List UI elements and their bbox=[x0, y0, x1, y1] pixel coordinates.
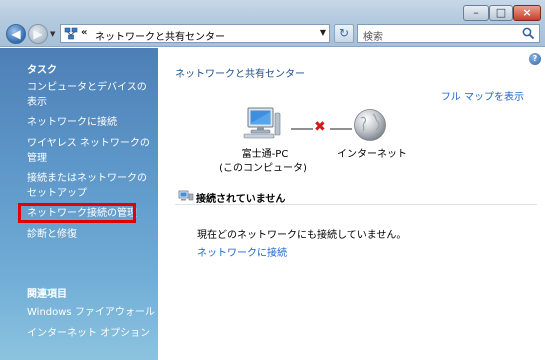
computer-sublabel: (このコンピュータ) bbox=[219, 163, 307, 174]
recent-pages-dropdown-icon[interactable]: ▼ bbox=[50, 30, 58, 40]
search-input[interactable]: 検索 bbox=[363, 28, 383, 43]
computer-name-label: 富士通-PC bbox=[241, 149, 289, 160]
status-heading: 接続されていません bbox=[196, 194, 286, 205]
refresh-button[interactable]: ↻ bbox=[334, 24, 354, 43]
page-title: ネットワークと共有センター bbox=[175, 69, 305, 80]
address-dropdown-icon[interactable]: ▼ bbox=[320, 28, 326, 37]
window-chrome: – □ × ◀ ▶ ▼ « ネットワークと共有センター ▼ ↻ 検索 bbox=[0, 0, 545, 47]
maximize-button[interactable]: □ bbox=[489, 5, 513, 21]
connection-line-left bbox=[291, 128, 313, 130]
forward-button[interactable]: ▶ bbox=[28, 24, 48, 44]
disconnected-x-icon[interactable]: ✖ bbox=[314, 119, 326, 135]
section-divider bbox=[175, 204, 537, 205]
breadcrumb-current[interactable]: ネットワークと共有センター bbox=[95, 28, 225, 43]
internet-globe-icon[interactable] bbox=[353, 108, 387, 142]
internet-label: インターネット bbox=[337, 149, 407, 160]
close-button[interactable]: × bbox=[513, 5, 541, 21]
search-icon[interactable] bbox=[522, 27, 535, 40]
related-heading: 関連項目 bbox=[27, 289, 67, 300]
task-manage-wireless[interactable]: ワイヤレス ネットワークの管理 bbox=[27, 136, 155, 166]
highlight-box bbox=[18, 203, 136, 223]
help-icon[interactable]: ? bbox=[529, 53, 541, 65]
main-content: ? ネットワークと共有センター フル マップを表示 ✖ 富士通-PC (このコン… bbox=[158, 48, 545, 360]
search-box[interactable]: 検索 bbox=[357, 24, 540, 43]
view-full-map-link[interactable]: フル マップを表示 bbox=[441, 88, 524, 103]
address-bar[interactable]: « ネットワークと共有センター ▼ bbox=[60, 24, 330, 43]
task-setup-connection[interactable]: 接続またはネットワークのセットアップ bbox=[27, 171, 155, 201]
related-internet-options[interactable]: インターネット オプション bbox=[27, 326, 155, 341]
back-button[interactable]: ◀ bbox=[6, 24, 26, 44]
network-status-icon bbox=[178, 190, 194, 201]
task-diagnose-repair[interactable]: 診断と修復 bbox=[27, 227, 155, 242]
breadcrumb-overflow-icon[interactable]: « bbox=[81, 27, 87, 38]
task-view-computers-devices[interactable]: コンピュータとデバイスの表示 bbox=[27, 80, 155, 110]
connect-to-network-link[interactable]: ネットワークに接続 bbox=[197, 244, 287, 259]
related-windows-firewall[interactable]: Windows ファイアウォール bbox=[27, 305, 155, 320]
tasks-heading: タスク bbox=[27, 65, 57, 76]
network-center-icon bbox=[64, 27, 78, 40]
task-connect-network[interactable]: ネットワークに接続 bbox=[27, 115, 155, 130]
status-message: 現在どのネットワークにも接続していません。 bbox=[197, 230, 407, 241]
task-pane: タスク コンピュータとデバイスの表示 ネットワークに接続 ワイヤレス ネットワー… bbox=[0, 48, 158, 360]
minimize-button[interactable]: – bbox=[463, 5, 489, 21]
connection-line-right bbox=[330, 128, 352, 130]
computer-icon[interactable] bbox=[242, 105, 282, 141]
